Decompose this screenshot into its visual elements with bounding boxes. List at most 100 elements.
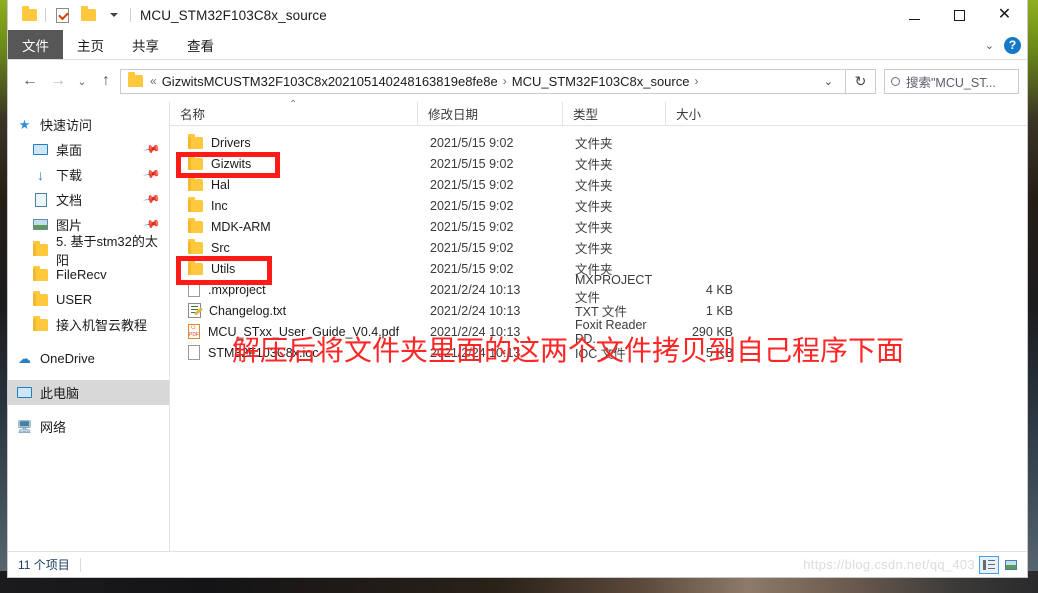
folder-icon (188, 217, 203, 233)
text-file-icon (188, 303, 201, 318)
watermark-text: https://blog.csdn.net/qq_403 (803, 557, 975, 572)
documents-icon (32, 191, 49, 208)
sidebar-item-network[interactable]: 🖥 网络 (8, 414, 169, 439)
file-name-cell: Src (170, 238, 417, 255)
help-icon[interactable]: ? (1004, 36, 1021, 54)
sidebar-item-label: 下载 (56, 168, 83, 183)
file-name: Src (211, 240, 230, 255)
title-bar: MCU_STM32F103C8x_source ✕ (8, 0, 1027, 30)
breadcrumb-overflow[interactable]: « (145, 74, 162, 88)
table-row[interactable]: Src 2021/5/15 9:02 文件夹 (170, 237, 1027, 258)
properties-icon[interactable] (49, 1, 75, 29)
back-button[interactable]: ← (16, 66, 44, 96)
new-folder-icon[interactable] (75, 1, 101, 29)
search-input[interactable]: 搜索"MCU_ST... (884, 68, 1019, 94)
divider (79, 557, 81, 572)
details-view-button[interactable] (979, 555, 999, 574)
column-header-type[interactable]: 类型 (562, 101, 665, 126)
table-row[interactable]: MDK-ARM 2021/5/15 9:02 文件夹 (170, 216, 1027, 237)
recent-locations-icon[interactable]: ⌄ (72, 66, 92, 96)
sidebar-item-label: FileRecv (56, 267, 107, 282)
sidebar-item-documents[interactable]: 文档 📌 (8, 187, 169, 212)
file-name: Inc (211, 198, 228, 213)
refresh-button[interactable]: ↻ (846, 68, 876, 94)
folder-icon (125, 71, 145, 91)
sidebar-item-desktop[interactable]: 桌面 📌 (8, 137, 169, 162)
close-icon: ✕ (997, 6, 1012, 23)
pdf-file-icon: PDF (188, 324, 200, 339)
sidebar-item-label: 桌面 (56, 143, 83, 158)
large-icons-view-button[interactable] (1001, 556, 1021, 574)
item-count-label: 11 个项目 (18, 558, 70, 572)
file-date: 2021/5/15 9:02 (430, 219, 514, 234)
column-header-size[interactable]: 大小 (665, 101, 755, 126)
file-size: 1 KB (705, 303, 733, 318)
sidebar-item-quick-access[interactable]: ★ 快速访问 (8, 112, 169, 137)
sidebar-item-filerecv[interactable]: FileRecv (8, 262, 169, 287)
tab-file[interactable]: 文件 (8, 30, 63, 59)
sidebar-item-label: 快速访问 (40, 118, 93, 133)
tab-home[interactable]: 主页 (63, 30, 118, 59)
folder-icon (188, 154, 203, 170)
folder-icon (188, 133, 203, 149)
file-type: 文件夹 (575, 242, 613, 256)
sidebar-item-stm32-solar[interactable]: 5. 基于stm32的太阳 (8, 234, 169, 268)
sidebar-item-label: 网络 (40, 420, 67, 435)
quick-access-toolbar (8, 1, 134, 29)
breadcrumb-separator[interactable]: › (498, 74, 512, 88)
tab-view[interactable]: 查看 (173, 30, 228, 59)
table-row[interactable]: Gizwits 2021/5/15 9:02 文件夹 (170, 153, 1027, 174)
star-icon: ★ (18, 116, 31, 132)
folder-icon (188, 196, 203, 212)
breadcrumb-item-current[interactable]: MCU_STM32F103C8x_source (512, 74, 690, 89)
table-row[interactable]: Inc 2021/5/15 9:02 文件夹 (170, 195, 1027, 216)
pin-icon: 📌 (142, 141, 161, 159)
minimize-button[interactable] (892, 0, 937, 30)
sidebar-item-downloads[interactable]: ↓ 下载 📌 (8, 162, 169, 187)
close-button[interactable]: ✕ (982, 0, 1027, 30)
file-name-cell: Gizwits (170, 154, 417, 171)
chevron-down-icon[interactable] (101, 1, 127, 29)
chevron-down-icon[interactable]: ⌄ (985, 39, 994, 52)
column-header-date[interactable]: 修改日期 (417, 101, 562, 126)
file-name: MDK-ARM (211, 219, 271, 234)
download-icon: ↓ (37, 166, 44, 183)
folder-icon (32, 240, 49, 258)
folder-icon[interactable] (16, 1, 42, 29)
up-button[interactable]: ↑ (92, 66, 120, 96)
sidebar-item-label: 此电脑 (40, 386, 80, 401)
file-name-cell: Changelog.txt (170, 303, 417, 318)
file-type: 文件夹 (575, 179, 613, 193)
address-dropdown-icon[interactable]: ⌄ (816, 75, 841, 88)
table-row[interactable]: Drivers 2021/5/15 9:02 文件夹 (170, 132, 1027, 153)
ribbon-right-controls: ⌄ ? (985, 30, 1021, 60)
cloud-icon: ☁ (18, 350, 31, 366)
forward-button[interactable]: → (44, 66, 72, 96)
address-bar[interactable]: « GizwitsMCUSTM32F103C8x2021051402481638… (120, 68, 846, 94)
sidebar-item-onedrive[interactable]: ☁ OneDrive (8, 346, 169, 371)
sidebar-item-gizwits-tutorial[interactable]: 接入机智云教程 (8, 312, 169, 337)
file-name: Changelog.txt (209, 303, 287, 318)
file-type: 文件夹 (575, 200, 613, 214)
file-list-pane: 名称 ⌃ 修改日期 类型 大小 Drivers 2021/5/15 9:02 文… (170, 99, 1027, 551)
sidebar-item-user[interactable]: USER (8, 287, 169, 312)
table-row[interactable]: Hal 2021/5/15 9:02 文件夹 (170, 174, 1027, 195)
window-controls: ✕ (892, 0, 1027, 30)
column-header-name[interactable]: 名称 ⌃ (170, 99, 417, 126)
maximize-button[interactable] (937, 0, 982, 30)
table-row[interactable]: .mxproject 2021/2/24 10:13 MXPROJECT 文件 … (170, 273, 1027, 305)
folder-icon (188, 175, 203, 191)
sidebar-item-label: 文档 (56, 193, 83, 208)
ribbon-tab-bar: 文件 主页 共享 查看 ⌄ ? (8, 30, 1027, 60)
column-headers: 名称 ⌃ 修改日期 类型 大小 (170, 99, 1027, 126)
sidebar-item-this-pc[interactable]: 此电脑 (8, 380, 169, 405)
breadcrumb-item-parent[interactable]: GizwitsMCUSTM32F103C8x202105140248163819… (162, 74, 498, 89)
file-explorer-window: MCU_STM32F103C8x_source ✕ 文件 主页 共享 查看 ⌄ … (7, 0, 1028, 578)
breadcrumb-separator[interactable]: › (689, 74, 703, 88)
file-date: 2021/5/15 9:02 (430, 261, 514, 276)
folder-icon (188, 238, 203, 254)
computer-icon (16, 384, 33, 401)
file-date: 2021/5/15 9:02 (430, 156, 514, 171)
tab-share[interactable]: 共享 (118, 30, 173, 59)
window-title: MCU_STM32F103C8x_source (140, 7, 327, 23)
